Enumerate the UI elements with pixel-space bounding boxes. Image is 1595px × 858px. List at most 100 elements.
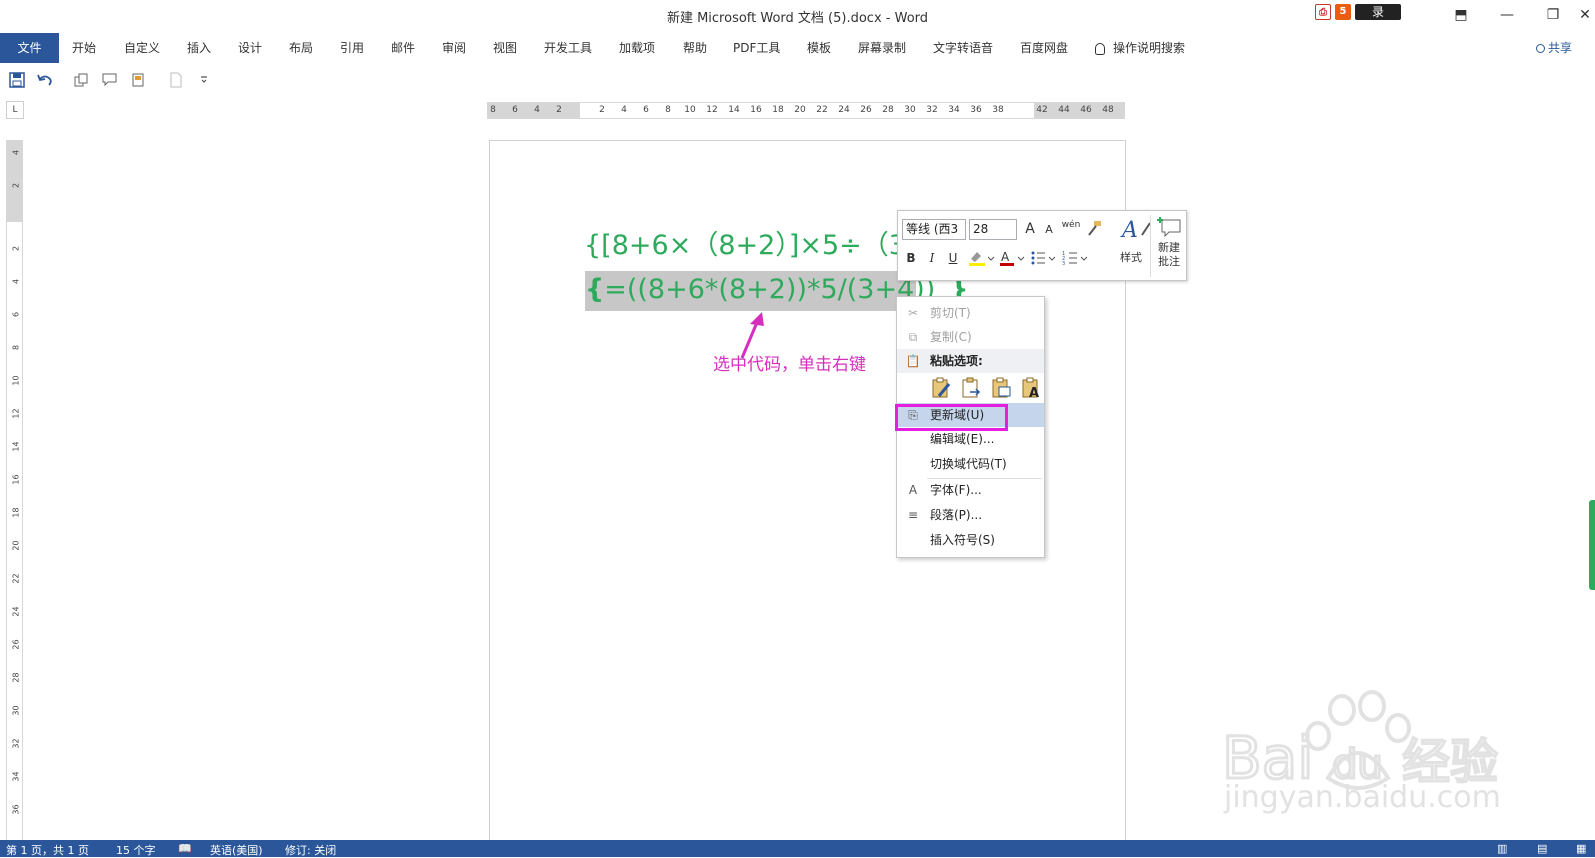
pdf-icon[interactable]: ⎙ — [1315, 4, 1331, 20]
tab-baidu-netdisk[interactable]: 百度网盘 — [1020, 33, 1068, 63]
tab-design[interactable]: 设计 — [238, 33, 262, 63]
close-button[interactable]: ✕ — [1570, 4, 1595, 26]
tell-me-search[interactable]: 操作说明搜索 — [1095, 33, 1185, 63]
ruler-number: 42 — [1036, 105, 1048, 115]
tab-text-to-speech[interactable]: 文字转语音 — [933, 33, 993, 63]
menu-item-copy[interactable]: ⧉ 复制(C) — [897, 325, 1044, 349]
tab-pdf-tools[interactable]: PDF工具 — [733, 33, 780, 63]
ruler-number: 48 — [1102, 105, 1114, 115]
ruler-number: 16 — [750, 105, 762, 115]
tell-me-label: 操作说明搜索 — [1113, 41, 1186, 55]
word-count[interactable]: 15 个字 — [116, 842, 156, 858]
layout-icon[interactable] — [131, 71, 149, 89]
menu-item-paragraph[interactable]: ≡ 段落(P)... — [897, 503, 1044, 527]
paste-merge-format-icon[interactable] — [960, 376, 982, 398]
html5-icon[interactable]: 5 — [1335, 4, 1351, 20]
restore-button[interactable]: ❐ — [1538, 4, 1568, 26]
menu-item-cut[interactable]: ✂ 剪切(T) — [897, 301, 1044, 325]
font-size-box[interactable]: 28 — [969, 219, 1017, 240]
menu-label-copy: 复制(C) — [930, 330, 972, 344]
tab-custom[interactable]: 自定义 — [124, 33, 160, 63]
menu-item-toggle-field-codes[interactable]: 切换域代码(T) — [897, 452, 1044, 476]
highlight-color-icon[interactable] — [967, 249, 995, 267]
tab-templates[interactable]: 模板 — [807, 33, 831, 63]
tab-view[interactable]: 视图 — [493, 33, 517, 63]
svg-text:A: A — [1029, 386, 1039, 398]
paste-keep-source-icon[interactable] — [930, 376, 952, 398]
styles-label[interactable]: 样式 — [1116, 249, 1146, 265]
undo-icon[interactable] — [36, 71, 54, 89]
login-button[interactable]: 录 — [1355, 4, 1401, 20]
new-comment-icon[interactable] — [1156, 215, 1182, 237]
save-icon[interactable] — [8, 71, 26, 89]
horizontal-ruler[interactable]: 8 6 4 2 2 4 6 8 10 12 14 16 18 20 22 24 26 28 30 32 34 36 38 42… — [487, 102, 1125, 119]
bullets-icon[interactable] — [1030, 249, 1060, 267]
ribbon-tabs: 文件 开始 自定义 插入 设计 布局 引用 邮件 审阅 视图 开发工具 加载项 … — [0, 33, 1595, 63]
format-painter-icon[interactable] — [1086, 220, 1102, 236]
tab-review[interactable]: 审阅 — [442, 33, 466, 63]
track-changes-status[interactable]: 修订: 关闭 — [285, 842, 336, 858]
lightbulb-icon — [1095, 42, 1105, 55]
tab-file[interactable]: 文件 — [0, 33, 59, 63]
copy-format-icon[interactable] — [72, 71, 90, 89]
grow-font-icon[interactable]: A — [1022, 221, 1038, 237]
font-color-icon[interactable]: A — [998, 249, 1026, 267]
tab-insert[interactable]: 插入 — [187, 33, 211, 63]
menu-item-font[interactable]: A 字体(F)... — [897, 478, 1044, 502]
page-count[interactable]: 第 1 页，共 1 页 — [6, 842, 89, 858]
phonetic-guide-icon[interactable]: wén — [1061, 220, 1081, 230]
vertical-ruler[interactable]: 4 2 2 4 6 8 10 12 14 16 18 20 22 24 26 28 30 32 34 36 — [6, 140, 23, 840]
language[interactable]: 英语(美国) — [210, 842, 263, 858]
font-size-value: 28 — [973, 222, 989, 236]
underline-button[interactable]: U — [946, 251, 960, 265]
shrink-font-icon[interactable]: A — [1042, 223, 1056, 236]
title-bar: 新建 Microsoft Word 文档 (5).docx - Word ⎙ 5… — [0, 0, 1595, 31]
ruler-number: 36 — [970, 105, 982, 115]
read-mode-icon[interactable]: ▥ — [1497, 842, 1507, 855]
tab-developer[interactable]: 开发工具 — [544, 33, 592, 63]
ruler-number: 4 — [534, 105, 540, 115]
ruler-number: 2 — [556, 105, 562, 115]
ruler-number: 26 — [860, 105, 872, 115]
paragraph-icon: ≡ — [907, 508, 919, 522]
italic-button[interactable]: I — [925, 251, 939, 265]
minimize-button[interactable]: — — [1492, 4, 1522, 26]
paste-picture-icon[interactable] — [990, 376, 1012, 398]
menu-paste-options-header: 📋 粘贴选项: — [897, 349, 1044, 373]
ruler-number: 12 — [11, 408, 21, 419]
print-layout-icon[interactable]: ▤ — [1537, 842, 1547, 855]
paste-text-only-icon[interactable]: A — [1020, 376, 1042, 398]
ruler-number: 10 — [684, 105, 696, 115]
font-name-value: 等线 (西3 — [906, 222, 959, 236]
tab-addins[interactable]: 加载项 — [619, 33, 655, 63]
font-name-box[interactable]: 等线 (西3 — [902, 219, 966, 240]
new-document-icon[interactable] — [167, 71, 185, 89]
side-panel-handle[interactable] — [1589, 500, 1595, 590]
tab-selector[interactable]: L — [6, 101, 24, 119]
web-layout-icon[interactable]: ▦ — [1576, 842, 1586, 855]
tab-references[interactable]: 引用 — [340, 33, 364, 63]
tab-home[interactable]: 开始 — [72, 33, 96, 63]
svg-text:A: A — [1120, 218, 1138, 243]
formula-text[interactable]: {[8+6×（8+2）]×5÷（3 — [584, 223, 906, 262]
customize-qat-icon[interactable] — [195, 71, 213, 89]
tab-layout[interactable]: 布局 — [289, 33, 313, 63]
scissors-icon: ✂ — [907, 306, 919, 320]
comment-icon[interactable] — [101, 71, 119, 89]
tab-help[interactable]: 帮助 — [683, 33, 707, 63]
tab-mailings[interactable]: 邮件 — [391, 33, 415, 63]
tab-screen-record[interactable]: 屏幕录制 — [858, 33, 906, 63]
tray-apps: ⎙ 5 录 — [1315, 3, 1405, 25]
menu-label-edit-field: 编辑域(E)... — [930, 432, 995, 446]
ribbon-display-options-button[interactable]: ⬒ — [1446, 4, 1476, 26]
numbering-icon[interactable]: 123 — [1062, 249, 1092, 267]
share-button[interactable]: 共享 — [1536, 33, 1572, 63]
styles-icon[interactable]: A — [1120, 215, 1152, 245]
ruler-number: 32 — [926, 105, 938, 115]
menu-item-insert-symbol[interactable]: 插入符号(S) — [897, 528, 1044, 552]
svg-text:3: 3 — [1062, 261, 1065, 267]
ruler-number: 32 — [11, 738, 21, 749]
new-comment-label[interactable]: 新建 批注 — [1154, 241, 1184, 269]
bold-button[interactable]: B — [904, 251, 918, 265]
proofing-icon[interactable]: 📖 — [178, 842, 192, 855]
